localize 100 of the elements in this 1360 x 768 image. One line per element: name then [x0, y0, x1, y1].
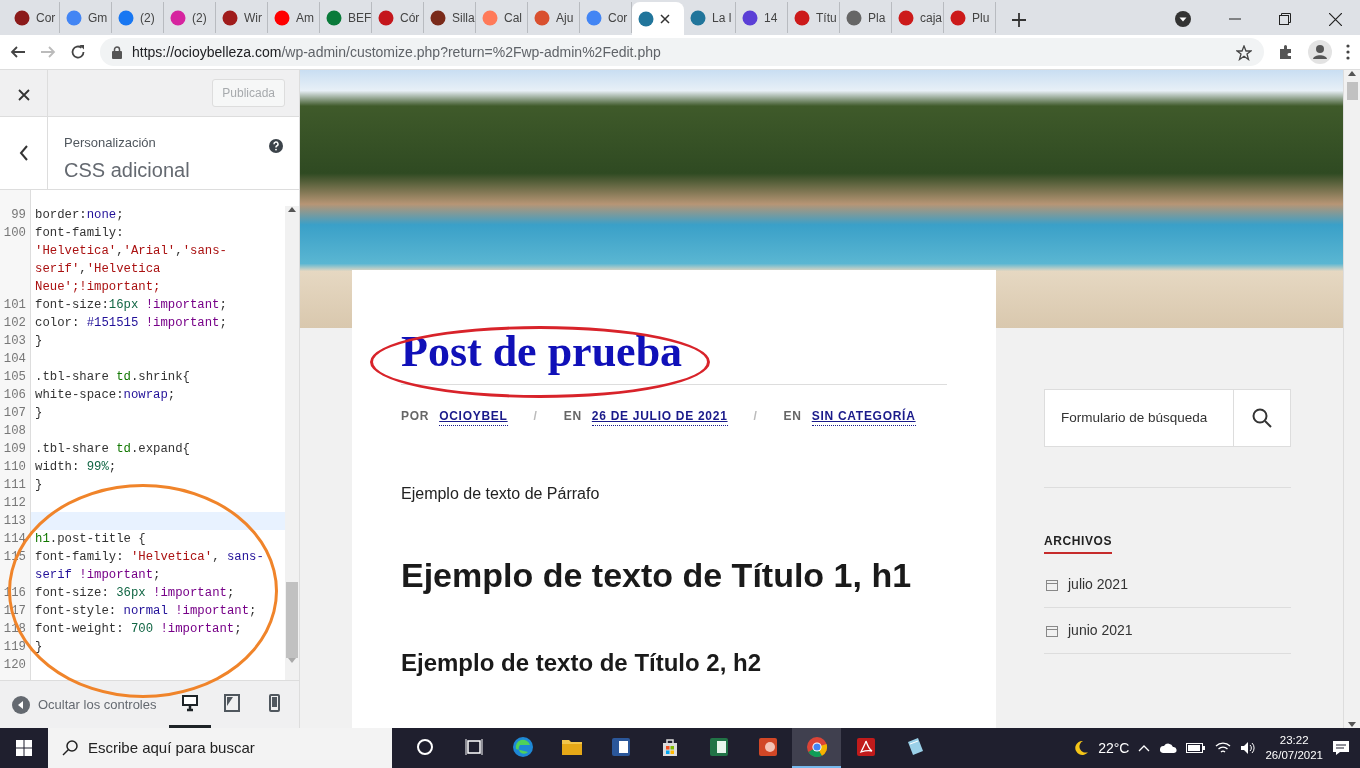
search-icon: [62, 740, 78, 756]
line-number: 109: [3, 442, 26, 456]
close-icon[interactable]: [660, 13, 670, 24]
subheading-text: Ejemplo de texto de Título 2, h2: [401, 648, 763, 679]
tab-title: Aju: [556, 9, 574, 27]
heading-text: Ejemplo de texto de Título 1, h1: [401, 555, 913, 597]
temperature-text: 22°C: [1098, 738, 1130, 758]
taskbar-search-field[interactable]: Escribe aquí para buscar: [48, 728, 392, 768]
meta-link[interactable]: OCIOYBEL: [439, 407, 508, 427]
tab-title: Cal: [504, 9, 522, 27]
browser-tab[interactable]: 14: [736, 2, 788, 33]
tab-title: Pla: [868, 9, 886, 27]
browser-tab[interactable]: Wir: [216, 2, 268, 33]
reload-icon[interactable]: [70, 44, 86, 60]
tab-title: Gm: [88, 9, 108, 27]
line-number: 100: [3, 226, 26, 240]
tab-title: BEF: [348, 9, 371, 27]
meta-label: POR: [401, 408, 430, 426]
code-line: }: [34, 405, 44, 422]
widget-title: ARCHIVOS: [1044, 532, 1113, 554]
tab-title: caja: [920, 9, 942, 27]
puzzle-icon[interactable]: [1278, 44, 1294, 60]
code-line: serif','Helvetica: [34, 261, 162, 278]
code-line: font-size:16px !important;: [34, 297, 228, 314]
line-number: 103: [3, 334, 26, 348]
scroll-up-icon[interactable]: [288, 206, 296, 212]
browser-swirl-icon: [511, 736, 534, 758]
tab-title: Cór: [400, 9, 420, 27]
browser-tab[interactable]: Plu: [944, 2, 996, 33]
battery-icon[interactable]: [1186, 742, 1207, 754]
browser-tab[interactable]: Pla: [840, 2, 892, 33]
browser-tab[interactable]: Cor: [8, 2, 60, 33]
meta-link[interactable]: 26 DE JULIO DE 2021: [591, 407, 728, 427]
url-text: https://ocioybelleza.com/wp-admin/customize.php?return=%2Fwp-admin%2Fedit.php: [132, 42, 661, 62]
browser-tab[interactable]: La l: [684, 2, 736, 33]
cloud-icon[interactable]: [1159, 742, 1178, 754]
code-line: h1.post-title {: [34, 531, 147, 548]
scrollbar-thumb[interactable]: [286, 582, 298, 658]
help-icon[interactable]: [269, 138, 283, 153]
browser-tab[interactable]: (2): [164, 2, 216, 33]
code-line: width: 99%;: [34, 459, 118, 476]
clock-date[interactable]: 26/07/2021: [1265, 748, 1323, 763]
browser-tab[interactable]: caja: [892, 2, 944, 33]
browser-tab[interactable]: Cór: [372, 2, 424, 33]
paragraph-text: Ejemplo de texto de Párrafo: [401, 484, 601, 505]
code-line: serif !important;: [34, 567, 162, 584]
notification-icon[interactable]: [1332, 740, 1350, 756]
browser-tab[interactable]: Cal: [476, 2, 528, 33]
profile-icon[interactable]: [1308, 40, 1332, 64]
calendar-icon: [1046, 624, 1058, 637]
line-number: 111: [3, 478, 26, 492]
address-bar[interactable]: https://ocioybelleza.com/wp-admin/customize.php?return=%2Fwp-admin%2Fedit.php: [100, 38, 1264, 66]
separator-slash: /: [533, 408, 538, 426]
browser-tab[interactable]: Am: [268, 2, 320, 33]
code-line: 'Helvetica','Arial','sans-: [34, 243, 228, 260]
meta-link[interactable]: SIN CATEGORÍA: [811, 407, 916, 427]
browser-tab[interactable]: BEF: [320, 2, 372, 33]
tab-title: (2): [192, 9, 207, 27]
browser-tab[interactable]: Títu: [788, 2, 840, 33]
close-icon[interactable]: [1329, 12, 1342, 26]
clock-time[interactable]: 23:22: [1279, 733, 1309, 748]
star-icon[interactable]: [1236, 44, 1252, 61]
dropdown-icon[interactable]: [1175, 11, 1191, 27]
scrollbar-thumb[interactable]: [1346, 82, 1358, 100]
hide-controls-button[interactable]: Ocultar los controles: [12, 694, 157, 715]
speaker-icon[interactable]: [1240, 741, 1257, 755]
browser-tab[interactable]: (2): [112, 2, 164, 33]
browser-tab[interactable]: [632, 2, 684, 35]
more-menu-icon[interactable]: [1346, 44, 1350, 60]
line-number: 105: [3, 370, 26, 384]
search-input[interactable]: Formulario de búsqueda: [1044, 389, 1233, 447]
section-title: CSS adicional: [64, 157, 191, 183]
code-line: }: [34, 477, 44, 494]
separator-slash: /: [753, 408, 758, 426]
code-editor[interactable]: [0, 190, 299, 680]
search-button[interactable]: [1233, 389, 1291, 447]
back-arrow-icon[interactable]: [10, 44, 26, 60]
tablet-icon: [223, 693, 241, 712]
windows-logo-icon[interactable]: [16, 740, 32, 756]
browser-tab[interactable]: Aju: [528, 2, 580, 33]
chevron-up-icon[interactable]: [1138, 744, 1151, 752]
browser-tab[interactable]: Silla: [424, 2, 476, 33]
breadcrumb-text: Personalización: [64, 134, 157, 152]
tab-title: Am: [296, 9, 314, 27]
line-number: 107: [3, 406, 26, 420]
tab-title: Cor: [36, 9, 56, 27]
code-line: color: #151515 !important;: [34, 315, 228, 332]
archive-link[interactable]: julio 2021: [1068, 574, 1128, 595]
restore-icon[interactable]: [1279, 13, 1291, 25]
code-line: font-family:: [34, 225, 125, 242]
archive-link[interactable]: junio 2021: [1068, 620, 1133, 641]
tab-title: Plu: [972, 9, 990, 27]
browser-tab[interactable]: Gm: [60, 2, 112, 33]
new-tab-icon[interactable]: [1012, 13, 1026, 27]
line-number: 119: [3, 640, 26, 654]
task-view-icon: [462, 736, 485, 758]
code-line: Neue';!important;: [34, 279, 162, 296]
wifi-icon[interactable]: [1215, 741, 1232, 755]
line-number: 112: [3, 496, 26, 510]
tab-title: Wir: [244, 9, 262, 27]
